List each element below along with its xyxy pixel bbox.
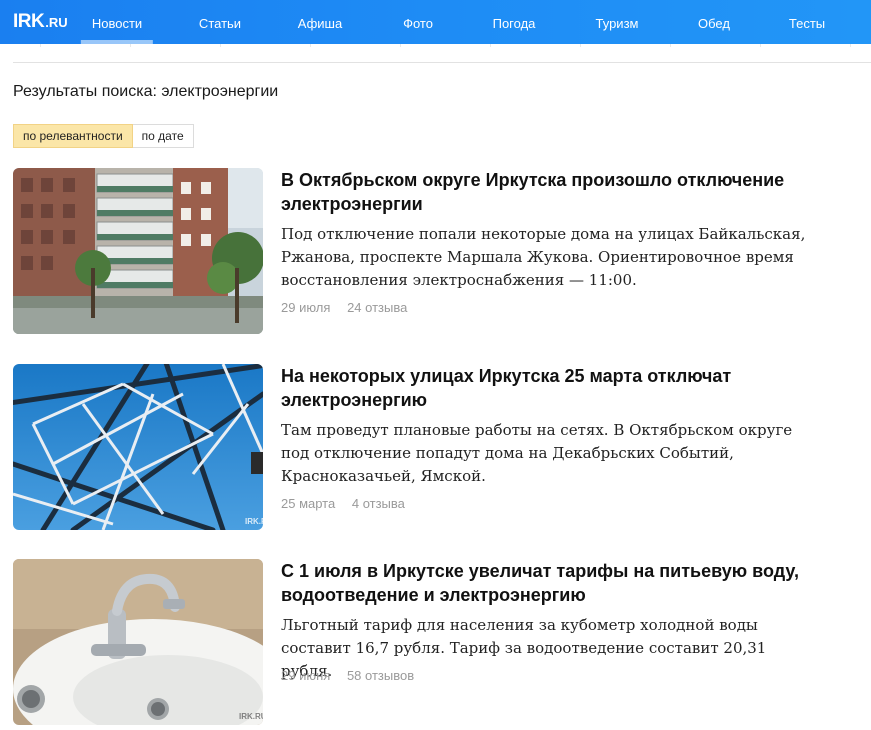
article-summary: Под отключение попали некоторые дома на … [281,225,806,289]
nav-item-weather[interactable]: Погода [493,0,536,44]
nav-item-news[interactable]: Новости [80,0,154,44]
nav-item-tourism[interactable]: Туризм [596,0,639,44]
subnav-shadow [0,44,871,47]
article-comments-link[interactable]: 4 отзыва [352,496,405,511]
nav-item-tests[interactable]: Тесты [789,0,825,44]
search-result-item: В Октябрьском округе Иркутска произошло … [13,168,863,336]
sink-faucet-illustration: IRK.RU [13,559,263,725]
sink-faucet-image[interactable]: IRK.RU [13,559,263,725]
site-logo[interactable]: IRK .RU [13,11,68,33]
nav-item-events[interactable]: Афиша [298,0,342,44]
search-results-heading: Результаты поиска: электроэнергии [13,83,279,100]
search-result-item: IRK.RU С 1 июля в Иркутске увеличат тари… [13,559,863,727]
article-date: 25 марта [281,496,336,511]
apartment-building-image[interactable] [13,168,263,334]
article-summary: Там проведут плановые работы на сетях. В… [281,421,793,485]
article-meta: 25 марта 4 отзыва [281,496,405,511]
power-tower-image[interactable]: IRK.RU [13,364,263,530]
nav-item-photo[interactable]: Фото [403,0,433,44]
top-nav-bar: IRK .RU Новости Статьи Афиша Фото Погода… [0,0,871,44]
apartment-building-illustration [13,168,263,334]
article-date: 29 июня [281,668,331,683]
article-title-link[interactable]: С 1 июля в Иркутске увеличат тарифы на п… [281,559,821,607]
article-title-link[interactable]: В Октябрьском округе Иркутска произошло … [281,168,821,216]
nav-item-lunch[interactable]: Обед [698,0,730,44]
sort-by-relevance-tab[interactable]: по релевантности [13,124,133,148]
article-title-link[interactable]: На некоторых улицах Иркутска 25 марта от… [281,364,821,412]
power-tower-illustration: IRK.RU [13,364,263,530]
sort-tabs: по релевантности по дате [13,124,194,148]
article-date: 29 июля [281,300,331,315]
logo-suffix-text: .RU [45,15,68,30]
article-comments-link[interactable]: 24 отзыва [347,300,407,315]
article-meta: 29 июля 24 отзыва [281,300,407,315]
article-meta: 29 июня 58 отзывов [281,668,414,683]
search-result-item: IRK.RU На некоторых улицах Иркутска 25 м… [13,364,863,532]
image-watermark: IRK.RU [245,517,263,526]
logo-main-text: IRK [13,11,45,32]
article-comments-link[interactable]: 58 отзывов [347,668,414,683]
content-divider [13,62,871,63]
sort-by-date-tab[interactable]: по дате [132,124,194,148]
nav-item-articles[interactable]: Статьи [199,0,241,44]
image-watermark: IRK.RU [239,712,263,721]
